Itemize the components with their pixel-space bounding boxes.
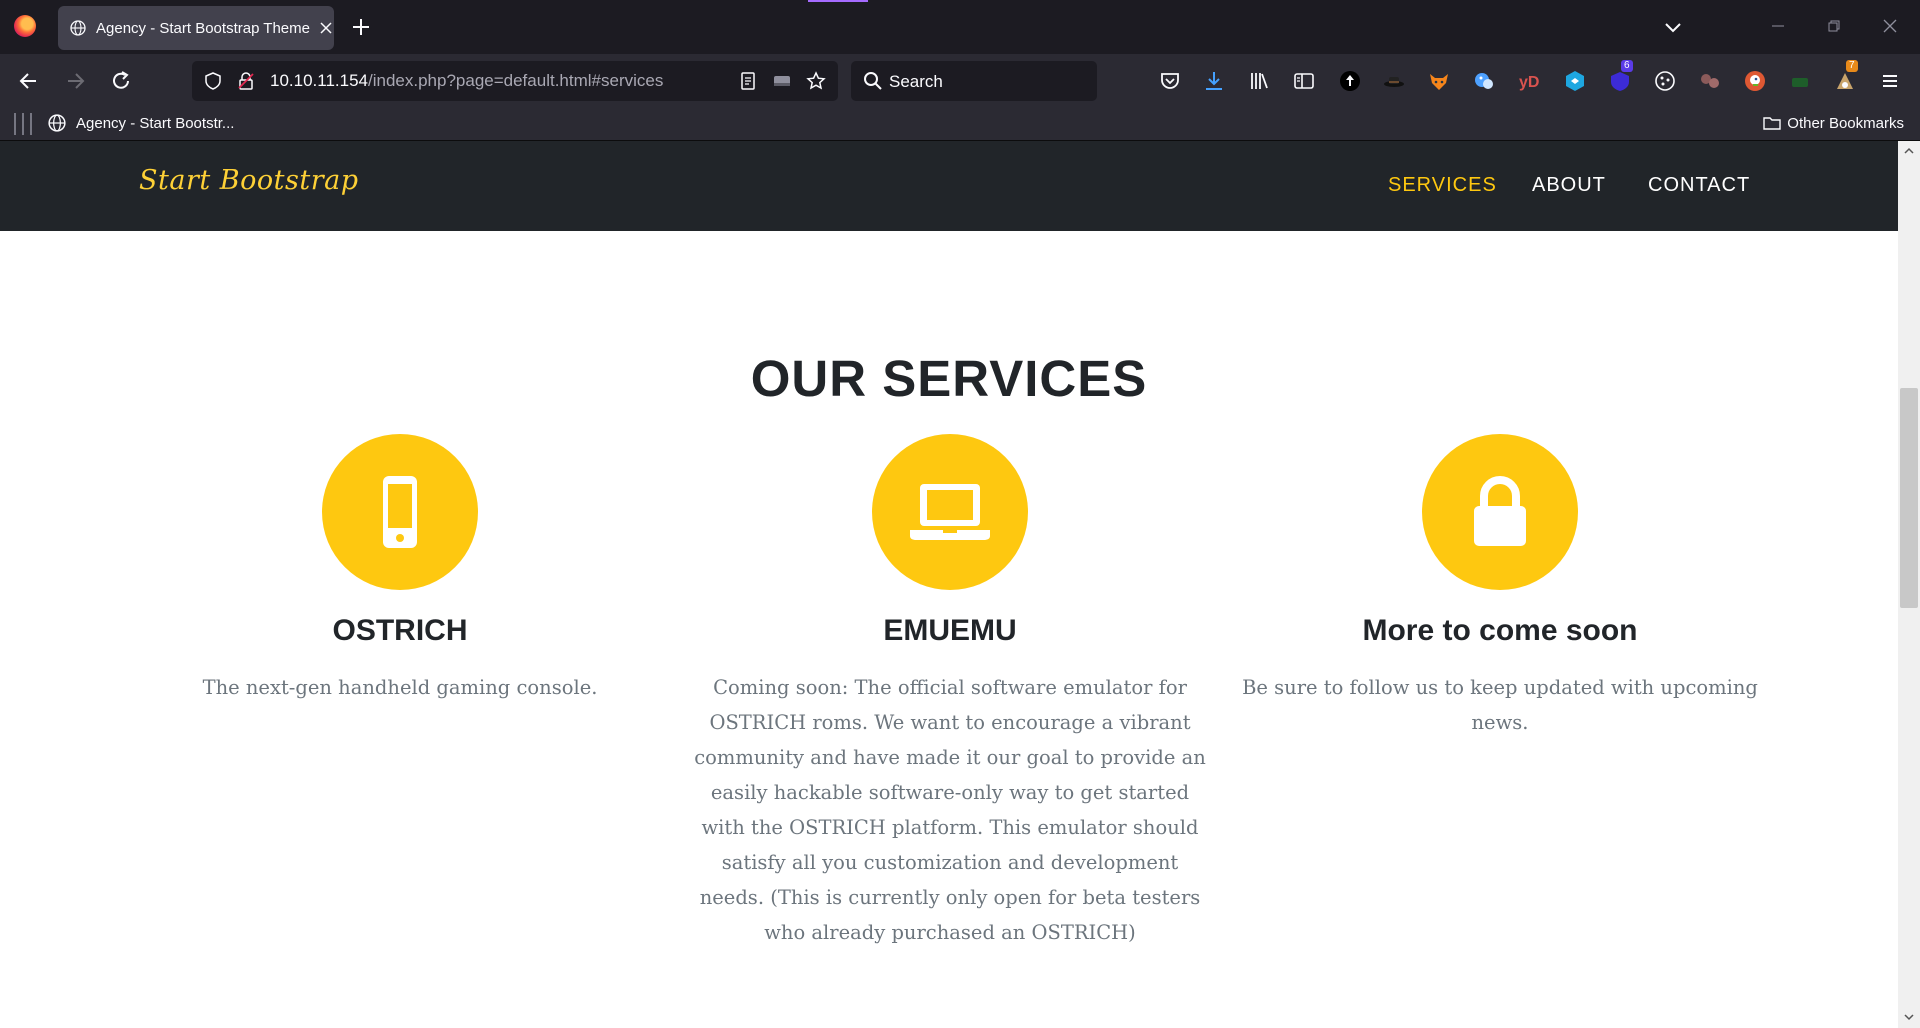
service-title: More to come soon — [1362, 614, 1638, 647]
extension-shield-icon — [1611, 72, 1629, 91]
badge-count-b: 7 — [1846, 60, 1858, 72]
laptop-icon — [910, 484, 990, 540]
extension-yd-icon[interactable]: yD — [1518, 70, 1540, 92]
new-tab-plus-icon[interactable] — [350, 16, 372, 38]
extension-paws-icon[interactable] — [1699, 70, 1721, 92]
service-card-ostrich: OSTRICH The next-gen handheld gaming con… — [140, 434, 660, 705]
firefox-logo-icon[interactable] — [14, 15, 36, 37]
sidebar-icon[interactable] — [1293, 70, 1315, 92]
extension-cookie-wizard-icon[interactable] — [1473, 70, 1495, 92]
url-text[interactable]: 10.10.11.154/index.php?page=default.html… — [270, 71, 663, 91]
drive-icon[interactable] — [772, 71, 792, 91]
close-icon[interactable] — [318, 20, 334, 36]
search-bar[interactable]: Search — [851, 61, 1097, 101]
service-icon-circle — [1422, 434, 1578, 590]
active-tab[interactable]: Agency - Start Bootstrap Theme — [58, 6, 334, 50]
service-icon-circle — [322, 434, 478, 590]
window-close-icon[interactable] — [1878, 14, 1902, 38]
nav-link-contact[interactable]: CONTACT — [1648, 174, 1750, 197]
page-viewport: Start Bootstrap SERVICES ABOUT CONTACT O… — [0, 141, 1898, 1028]
search-placeholder: Search — [889, 72, 943, 91]
bookmarks-grip-icon — [14, 113, 32, 135]
hamburger-menu-icon[interactable] — [1879, 70, 1901, 92]
lock-icon — [1474, 476, 1526, 546]
extension-green-icon[interactable] — [1789, 70, 1811, 92]
extension-hex-icon[interactable] — [1564, 70, 1586, 92]
navigation-toolbar: 10.10.11.154/index.php?page=default.html… — [0, 54, 1920, 108]
folder-icon — [1763, 117, 1781, 130]
section-heading: OUR SERVICES — [750, 350, 1148, 407]
globe-icon — [48, 114, 66, 132]
address-bar[interactable]: 10.10.11.154/index.php?page=default.html… — [192, 61, 838, 101]
service-card-emuemu: EMUEMU Coming soon: The official softwar… — [690, 434, 1210, 950]
back-arrow-icon[interactable] — [16, 68, 42, 94]
insecure-lock-icon[interactable] — [237, 72, 255, 90]
tracking-shield-icon[interactable] — [204, 72, 222, 90]
minimize-icon[interactable] — [1766, 14, 1790, 38]
bookmark-item[interactable]: Agency - Start Bootstr... — [48, 114, 234, 132]
service-title: OSTRICH — [332, 614, 468, 647]
service-card-more: More to come soon Be sure to follow us t… — [1240, 434, 1760, 740]
bookmarks-toolbar: Agency - Start Bootstr... Other Bookmark… — [0, 108, 1920, 141]
reload-icon[interactable] — [108, 68, 134, 94]
badge-count-a: 6 — [1621, 60, 1633, 72]
downloads-icon[interactable] — [1203, 70, 1225, 92]
extension-upload-icon[interactable] — [1339, 70, 1361, 92]
brand-logo[interactable]: Start Bootstrap — [139, 165, 358, 196]
tab-title: Agency - Start Bootstrap Theme — [96, 19, 310, 37]
restore-icon[interactable] — [1822, 14, 1846, 38]
nav-link-about[interactable]: ABOUT — [1532, 174, 1606, 197]
extension-hat-icon[interactable] — [1383, 70, 1405, 92]
tab-indicator — [808, 0, 868, 2]
globe-icon — [70, 20, 86, 36]
bookmark-label: Agency - Start Bootstr... — [76, 114, 235, 132]
other-bookmarks-label: Other Bookmarks — [1787, 114, 1904, 132]
chevron-down-icon[interactable] — [1662, 16, 1684, 38]
extension-badge-b[interactable]: 7 — [1834, 60, 1858, 92]
cookie-icon[interactable] — [1654, 70, 1676, 92]
url-host: 10.10.11.154 — [270, 71, 368, 90]
service-description: Coming soon: The official software emula… — [694, 676, 1206, 944]
mobile-phone-icon — [383, 476, 417, 548]
tab-strip: Agency - Start Bootstrap Theme — [0, 0, 1920, 54]
scrollbar-thumb[interactable] — [1900, 388, 1918, 608]
extension-wizard-icon — [1837, 73, 1853, 89]
other-bookmarks[interactable]: Other Bookmarks — [1763, 114, 1904, 132]
library-icon[interactable] — [1248, 70, 1270, 92]
extension-badge-a[interactable]: 6 — [1609, 60, 1633, 92]
service-title: EMUEMU — [883, 614, 1017, 647]
bookmark-star-icon[interactable] — [806, 71, 826, 91]
svg-text:yD: yD — [1519, 74, 1539, 91]
url-path: /index.php?page=default.html#services — [368, 71, 664, 90]
scroll-up-arrow-icon[interactable] — [1902, 144, 1916, 158]
service-description: Be sure to follow us to keep updated wit… — [1242, 676, 1758, 734]
search-icon — [864, 72, 882, 90]
extension-fox-icon[interactable] — [1428, 70, 1450, 92]
nav-link-services[interactable]: SERVICES — [1388, 174, 1497, 197]
scroll-down-arrow-icon[interactable] — [1902, 1010, 1916, 1024]
forward-arrow-icon[interactable] — [62, 68, 88, 94]
service-description: The next-gen handheld gaming console. — [202, 676, 598, 699]
site-navbar: Start Bootstrap SERVICES ABOUT CONTACT — [0, 141, 1898, 231]
duckduckgo-icon[interactable] — [1744, 70, 1766, 92]
service-icon-circle — [872, 434, 1028, 590]
pocket-icon[interactable] — [1159, 70, 1181, 92]
reader-view-icon[interactable] — [738, 71, 758, 91]
